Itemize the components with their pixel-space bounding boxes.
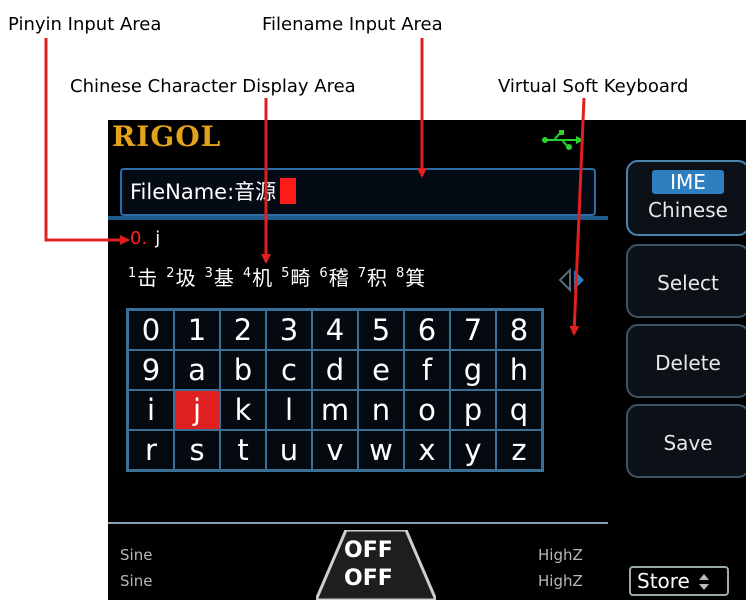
candidate-char[interactable]: 3基	[205, 262, 234, 291]
ch2-waveform: Sine	[120, 572, 153, 590]
candidate-number: 2	[166, 265, 175, 281]
candidate-number: 3	[204, 265, 213, 281]
store-updown-icon	[699, 574, 710, 590]
delete-button[interactable]: Delete	[626, 324, 746, 398]
callout-pinyin-input-area: Pinyin Input Area	[8, 14, 162, 35]
select-button[interactable]: Select	[626, 244, 746, 318]
key-3[interactable]: 3	[266, 310, 312, 350]
candidate-list: 1击 2圾 3基 4机 5畸 6稽 7积 8箕	[128, 256, 592, 296]
key-t[interactable]: t	[220, 430, 266, 470]
key-s[interactable]: s	[174, 430, 220, 470]
key-7[interactable]: 7	[450, 310, 496, 350]
store-menu[interactable]: Store	[629, 566, 729, 596]
candidate-number: 6	[319, 265, 328, 281]
ime-value: Chinese	[648, 198, 728, 222]
candidate-glyph: 积	[366, 265, 387, 290]
callout-filename-input-area: Filename Input Area	[262, 14, 443, 35]
candidate-glyph: 畸	[290, 265, 311, 290]
rigol-logo: RIGOL	[112, 120, 222, 153]
pinyin-text: j	[155, 228, 161, 249]
divider	[108, 522, 608, 524]
store-label: Store	[637, 569, 690, 593]
key-m[interactable]: m	[312, 390, 358, 430]
key-5[interactable]: 5	[358, 310, 404, 350]
candidate-char[interactable]: 6稽	[319, 262, 348, 291]
pinyin-input[interactable]: 0. j	[130, 228, 160, 249]
key-r[interactable]: r	[128, 430, 174, 470]
ime-softkey[interactable]: IME Chinese	[626, 160, 746, 236]
key-6[interactable]: 6	[404, 310, 450, 350]
ime-label: IME	[652, 170, 724, 194]
save-button[interactable]: Save	[626, 404, 746, 478]
key-g[interactable]: g	[450, 350, 496, 390]
key-q[interactable]: q	[496, 390, 542, 430]
key-k[interactable]: k	[220, 390, 266, 430]
candidate-char[interactable]: 7积	[358, 262, 387, 291]
ch2-load: HighZ	[538, 572, 583, 590]
device-screen: RIGOL FileName:音源 0. j 1击 2圾 3基 4机 5畸 6稽 7积 8箕 0…	[108, 120, 746, 600]
filename-value: 音源	[234, 180, 277, 204]
candidate-glyph: 圾	[175, 265, 196, 290]
candidate-char[interactable]: 1击	[128, 262, 157, 291]
ch2-output-state: OFF	[344, 566, 393, 591]
candidate-glyph: 基	[213, 265, 234, 290]
key-f[interactable]: f	[404, 350, 450, 390]
key-u[interactable]: u	[266, 430, 312, 470]
candidate-glyph: 击	[137, 265, 158, 290]
candidate-char[interactable]: 2圾	[166, 262, 195, 291]
key-w[interactable]: w	[358, 430, 404, 470]
pinyin-index: 0.	[130, 228, 148, 249]
filename-text: FileName:音源	[130, 176, 297, 206]
key-1[interactable]: 1	[174, 310, 220, 350]
candidate-char[interactable]: 5畸	[281, 262, 310, 291]
key-a[interactable]: a	[174, 350, 220, 390]
divider	[108, 216, 608, 220]
candidate-number: 5	[281, 265, 290, 281]
key-8[interactable]: 8	[496, 310, 542, 350]
key-p[interactable]: p	[450, 390, 496, 430]
key-h[interactable]: h	[496, 350, 542, 390]
candidate-number: 1	[128, 265, 137, 281]
candidate-number: 8	[395, 265, 405, 281]
candidate-number: 7	[357, 265, 366, 281]
candidate-glyph: 机	[252, 265, 273, 290]
key-d[interactable]: d	[312, 350, 358, 390]
key-o[interactable]: o	[404, 390, 450, 430]
candidate-char[interactable]: 4机	[243, 262, 272, 291]
key-j[interactable]: j	[174, 390, 220, 430]
key-l[interactable]: l	[266, 390, 312, 430]
key-4[interactable]: 4	[312, 310, 358, 350]
key-e[interactable]: e	[358, 350, 404, 390]
key-y[interactable]: y	[450, 430, 496, 470]
key-z[interactable]: z	[496, 430, 542, 470]
key-n[interactable]: n	[358, 390, 404, 430]
virtual-keyboard: 012345678 9abcdefgh ijklmnopq rstuvwxyz	[126, 308, 544, 472]
key-9[interactable]: 9	[128, 350, 174, 390]
usb-icon	[542, 130, 584, 150]
candidate-char[interactable]: 8箕	[396, 262, 425, 291]
callout-chinese-display-area: Chinese Character Display Area	[70, 76, 356, 97]
candidate-glyph: 箕	[405, 265, 426, 290]
ch1-waveform: Sine	[120, 546, 153, 564]
candidate-page-arrows-icon[interactable]	[558, 268, 588, 292]
key-c[interactable]: c	[266, 350, 312, 390]
candidate-number: 4	[242, 265, 252, 281]
key-0[interactable]: 0	[128, 310, 174, 350]
ch1-load: HighZ	[538, 546, 583, 564]
key-v[interactable]: v	[312, 430, 358, 470]
key-b[interactable]: b	[220, 350, 266, 390]
key-2[interactable]: 2	[220, 310, 266, 350]
ch1-output-state: OFF	[344, 538, 393, 563]
filename-label: FileName:	[130, 180, 235, 204]
callout-virtual-keyboard: Virtual Soft Keyboard	[498, 76, 689, 97]
key-i[interactable]: i	[128, 390, 174, 430]
text-cursor	[280, 178, 297, 204]
candidate-glyph: 稽	[328, 265, 349, 290]
key-x[interactable]: x	[404, 430, 450, 470]
